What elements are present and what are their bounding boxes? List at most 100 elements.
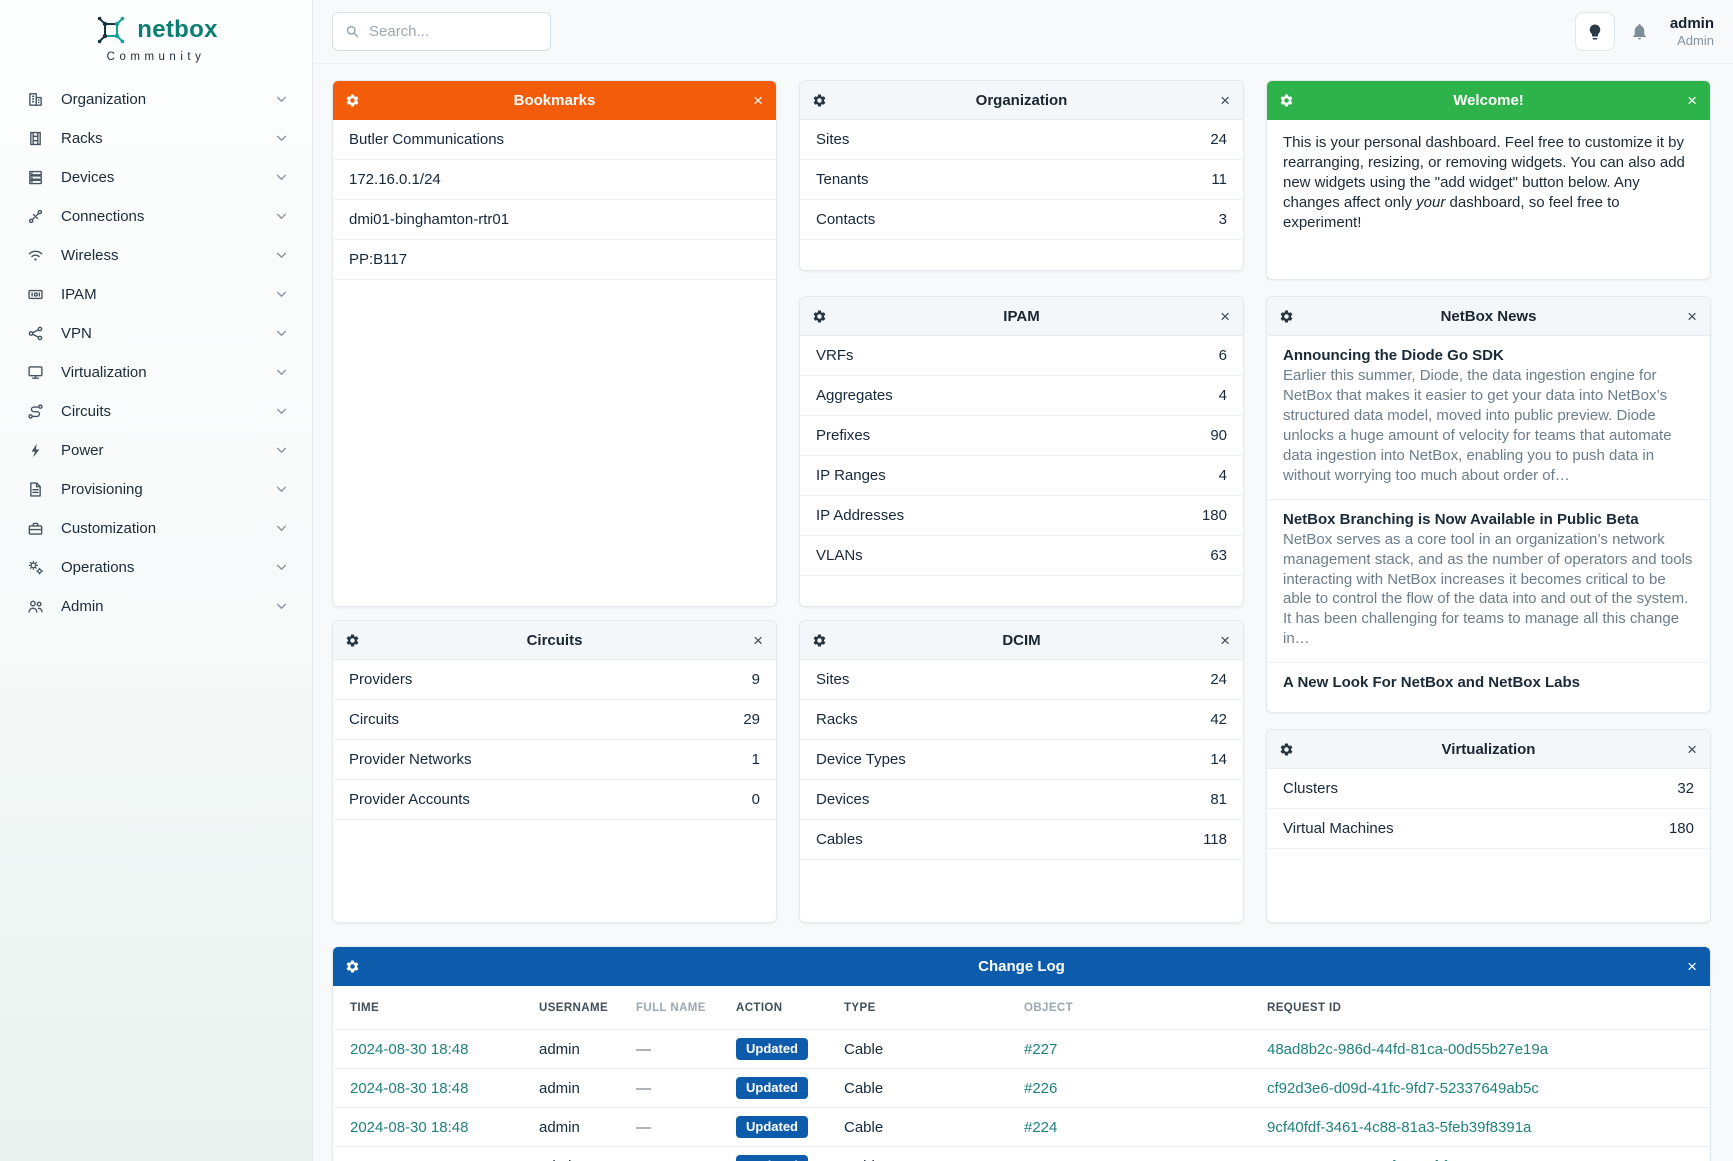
change-request-id-link[interactable]: 9cf40fdf-3461-4c88-81a3-5feb39f8391a xyxy=(1267,1119,1693,1136)
close-icon[interactable]: × xyxy=(1687,92,1697,109)
bookmark-item[interactable]: dmi01-binghamton-rtr01 xyxy=(333,200,776,240)
stat-label-link[interactable]: Clusters xyxy=(1283,780,1338,797)
widget-title: Change Log xyxy=(978,958,1065,975)
change-object-link[interactable]: #224 xyxy=(1024,1158,1267,1161)
widget-title: Circuits xyxy=(527,632,583,649)
topbar: admin Admin xyxy=(313,0,1733,64)
widget-config-icon[interactable] xyxy=(812,93,827,108)
close-icon[interactable]: × xyxy=(1220,632,1230,649)
sidebar-item-racks[interactable]: Racks xyxy=(0,119,312,158)
change-object-link[interactable]: #226 xyxy=(1024,1080,1267,1097)
search-input[interactable] xyxy=(369,23,538,40)
sidebar-item-provisioning[interactable]: Provisioning xyxy=(0,470,312,509)
change-time-link[interactable]: 2024-08-30 18:47 xyxy=(350,1158,539,1161)
user-menu[interactable]: admin Admin xyxy=(1670,15,1714,49)
close-icon[interactable]: × xyxy=(1687,308,1697,325)
stat-label-link[interactable]: Sites xyxy=(816,131,849,148)
change-username: admin xyxy=(539,1119,636,1136)
stat-label-link[interactable]: Aggregates xyxy=(816,387,893,404)
sidebar-item-label: Power xyxy=(61,442,259,459)
bookmark-item[interactable]: PP:B117 xyxy=(333,240,776,280)
bookmark-item[interactable]: Butler Communications xyxy=(333,120,776,160)
bookmark-item[interactable]: 172.16.0.1/24 xyxy=(333,160,776,200)
change-full-name: — xyxy=(636,1119,736,1136)
updated-badge[interactable]: Updated xyxy=(736,1038,808,1060)
close-icon[interactable]: × xyxy=(1687,741,1697,758)
close-icon[interactable]: × xyxy=(753,632,763,649)
sidebar: netbox Community Organization Racks Devi… xyxy=(0,0,313,1161)
topbar-right: admin Admin xyxy=(1575,12,1714,51)
sidebar-item-devices[interactable]: Devices xyxy=(0,158,312,197)
stat-value: 14 xyxy=(1210,751,1227,768)
change-request-id-link[interactable]: 7a3c4c3a-aac0-47f2-896f-f89391c097c3 xyxy=(1267,1158,1693,1161)
stat-row: Clusters32 xyxy=(1267,769,1710,809)
virtualization-stats: Clusters32 Virtual Machines180 xyxy=(1267,769,1710,849)
column-header-full-name: Full Name xyxy=(636,1002,736,1014)
sidebar-item-wireless[interactable]: Wireless xyxy=(0,236,312,275)
sidebar-item-connections[interactable]: Connections xyxy=(0,197,312,236)
stat-label-link[interactable]: Devices xyxy=(816,791,869,808)
updated-badge[interactable]: Updated xyxy=(736,1077,808,1099)
stat-label-link[interactable]: Racks xyxy=(816,711,858,728)
stat-label-link[interactable]: Providers xyxy=(349,671,412,688)
news-item-title-link[interactable]: A New Look For NetBox and NetBox Labs xyxy=(1283,674,1694,691)
change-time-link[interactable]: 2024-08-30 18:48 xyxy=(350,1080,539,1097)
stat-label-link[interactable]: Provider Accounts xyxy=(349,791,470,808)
news-item-title-link[interactable]: NetBox Branching is Now Available in Pub… xyxy=(1283,511,1694,528)
organization-widget-header: Organization × xyxy=(800,81,1243,120)
widget-config-icon[interactable] xyxy=(345,633,360,648)
updated-badge[interactable]: Updated xyxy=(736,1155,808,1161)
stat-value: 0 xyxy=(752,791,760,808)
stat-label-link[interactable]: IP Ranges xyxy=(816,467,886,484)
change-object-link[interactable]: #224 xyxy=(1024,1119,1267,1136)
news-item-title-link[interactable]: Announcing the Diode Go SDK xyxy=(1283,347,1694,364)
search-box[interactable] xyxy=(332,12,551,51)
change-time-link[interactable]: 2024-08-30 18:48 xyxy=(350,1041,539,1058)
chevron-down-icon xyxy=(276,213,287,220)
sidebar-item-circuits[interactable]: Circuits xyxy=(0,392,312,431)
sidebar-item-label: IPAM xyxy=(61,286,259,303)
sidebar-item-label: Operations xyxy=(61,559,259,576)
stat-label-link[interactable]: Sites xyxy=(816,671,849,688)
stat-label-link[interactable]: Virtual Machines xyxy=(1283,820,1394,837)
widget-config-icon[interactable] xyxy=(812,633,827,648)
sidebar-item-power[interactable]: Power xyxy=(0,431,312,470)
stat-label-link[interactable]: VRFs xyxy=(816,347,854,364)
sidebar-item-organization[interactable]: Organization xyxy=(0,80,312,119)
change-request-id-link[interactable]: 48ad8b2c-986d-44fd-81ca-00d55b27e19a xyxy=(1267,1041,1693,1058)
updated-badge[interactable]: Updated xyxy=(736,1116,808,1138)
sidebar-item-vpn[interactable]: VPN xyxy=(0,314,312,353)
theme-toggle-button[interactable] xyxy=(1575,12,1615,51)
change-object-link[interactable]: #227 xyxy=(1024,1041,1267,1058)
sidebar-item-operations[interactable]: Operations xyxy=(0,548,312,587)
sidebar-item-ipam[interactable]: IPAM xyxy=(0,275,312,314)
widget-config-icon[interactable] xyxy=(812,309,827,324)
close-icon[interactable]: × xyxy=(753,92,763,109)
stat-label-link[interactable]: Circuits xyxy=(349,711,399,728)
notifications-button[interactable] xyxy=(1630,22,1649,41)
widget-config-icon[interactable] xyxy=(1279,742,1294,757)
stat-label-link[interactable]: IP Addresses xyxy=(816,507,904,524)
close-icon[interactable]: × xyxy=(1220,308,1230,325)
sidebar-item-admin[interactable]: Admin xyxy=(0,587,312,626)
monitor-icon xyxy=(27,364,44,381)
close-icon[interactable]: × xyxy=(1220,92,1230,109)
change-time-link[interactable]: 2024-08-30 18:48 xyxy=(350,1119,539,1136)
change-request-id-link[interactable]: cf92d3e6-d09d-41fc-9fd7-52337649ab5c xyxy=(1267,1080,1693,1097)
stat-label-link[interactable]: Prefixes xyxy=(816,427,870,444)
stat-value: 3 xyxy=(1219,211,1227,228)
stat-label-link[interactable]: VLANs xyxy=(816,547,863,564)
sidebar-item-customization[interactable]: Customization xyxy=(0,509,312,548)
stat-label-link[interactable]: Cables xyxy=(816,831,863,848)
sidebar-item-virtualization[interactable]: Virtualization xyxy=(0,353,312,392)
stat-label-link[interactable]: Provider Networks xyxy=(349,751,472,768)
widget-config-icon[interactable] xyxy=(345,959,360,974)
stat-label-link[interactable]: Tenants xyxy=(816,171,869,188)
close-icon[interactable]: × xyxy=(1687,958,1697,975)
widget-config-icon[interactable] xyxy=(1279,93,1294,108)
widget-config-icon[interactable] xyxy=(345,93,360,108)
widget-config-icon[interactable] xyxy=(1279,309,1294,324)
stat-label-link[interactable]: Device Types xyxy=(816,751,906,768)
stat-label-link[interactable]: Contacts xyxy=(816,211,875,228)
brand-block[interactable]: netbox Community xyxy=(0,0,312,63)
